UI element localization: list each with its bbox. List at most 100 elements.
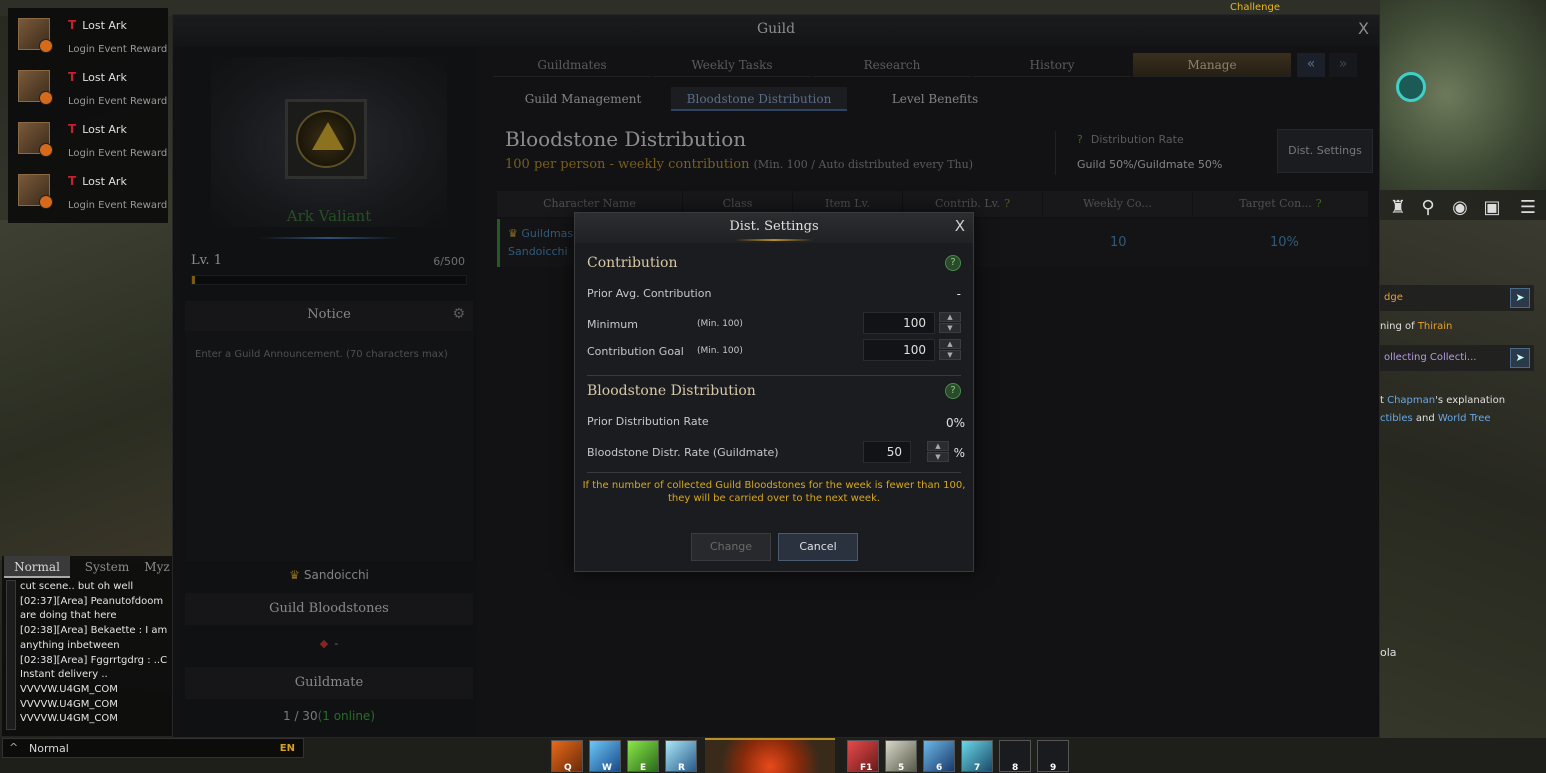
help-icon[interactable]: ?	[945, 255, 961, 271]
chat-tab-custom[interactable]: Myz	[142, 556, 172, 578]
event-title: T Lost Ark	[68, 70, 127, 84]
chevron-up-icon[interactable]: ^	[9, 741, 18, 754]
chevron-up-icon[interactable]: ▲	[939, 339, 961, 349]
skill-slot-q[interactable]: Q	[551, 740, 583, 773]
chat-window: Normal System Myz cut scene.. but oh wel…	[2, 556, 172, 736]
quest-navigate-icon[interactable]: ➤	[1510, 348, 1530, 368]
distr-rate-stepper[interactable]: ▲ ▼	[927, 441, 949, 463]
help-icon[interactable]: ?	[945, 383, 961, 399]
divider	[587, 375, 961, 376]
minimap[interactable]	[1380, 0, 1546, 190]
skill-slot-e[interactable]: E	[627, 740, 659, 773]
minimum-stepper[interactable]: ▲ ▼	[939, 312, 961, 334]
search-party-icon[interactable]: ⚲	[1416, 196, 1440, 220]
event-reward-list: T Lost Ark Login Event Reward T Lost Ark L…	[8, 8, 168, 223]
item-slot-6[interactable]: 6	[923, 740, 955, 773]
item-slot-9[interactable]: 9	[1037, 740, 1069, 773]
chat-tabs: Normal System Myz	[2, 556, 172, 578]
event-title: T Lost Ark	[68, 122, 127, 136]
mount-slot[interactable]: 5	[885, 740, 917, 773]
prior-avg-label: Prior Avg. Contribution	[587, 287, 712, 300]
event-subtitle: Login Event Reward	[68, 44, 168, 55]
dialog-header[interactable]: Dist. Settings X	[575, 213, 973, 243]
chat-line: cut scene.. but oh well	[20, 581, 134, 592]
challenge-label[interactable]: Challenge	[1230, 2, 1280, 13]
event-subtitle: Login Event Reward	[68, 96, 168, 107]
distr-rate-label: Bloodstone Distr. Rate (Guildmate)	[587, 446, 779, 459]
chat-input[interactable]: ^ Normal EN	[2, 738, 304, 758]
chest-icon	[18, 174, 53, 209]
chat-scrollbar[interactable]	[6, 580, 16, 730]
percent-unit: %	[953, 446, 965, 460]
item-slot-f1[interactable]: F1	[847, 740, 879, 773]
quest-tracker: dge ➤ ning of Thirain ollecting Collecti…	[1380, 285, 1534, 445]
quest-objective: t Chapman's explanation	[1380, 395, 1506, 406]
item-slot-8[interactable]: 8	[999, 740, 1031, 773]
chevron-down-icon[interactable]: ▼	[939, 350, 961, 360]
ornament	[735, 239, 813, 241]
player-location-icon	[1396, 72, 1426, 102]
event-reward-item[interactable]: T Lost Ark Login Event Reward	[8, 114, 168, 166]
minimum-input[interactable]: 100	[863, 312, 935, 334]
change-button[interactable]: Change	[691, 533, 771, 561]
event-reward-item[interactable]: T Lost Ark Login Event Reward	[8, 166, 168, 218]
lost-ark-logo-icon: T	[68, 18, 77, 32]
skill-slot-w[interactable]: W	[589, 740, 621, 773]
event-reward-item[interactable]: T Lost Ark Login Event Reward	[8, 10, 168, 62]
close-icon[interactable]: X	[955, 217, 965, 235]
chat-line: [02:37][Area] Peanutofdoom	[20, 595, 164, 607]
quest-navigate-icon[interactable]: ➤	[1510, 288, 1530, 308]
coin-badge-icon	[39, 39, 53, 53]
item-slot-7[interactable]: 7	[961, 740, 993, 773]
lost-ark-logo-icon: T	[68, 70, 77, 84]
dialog-title: Dist. Settings	[729, 219, 819, 234]
coin-badge-icon	[39, 91, 53, 105]
health-orb	[705, 738, 835, 773]
goal-input[interactable]: 100	[863, 339, 935, 361]
coin-badge-icon	[39, 143, 53, 157]
event-subtitle: Login Event Reward	[68, 148, 168, 159]
cancel-button[interactable]: Cancel	[778, 533, 858, 561]
goal-stepper[interactable]: ▲ ▼	[939, 339, 961, 361]
distr-rate-input[interactable]: 50	[863, 441, 911, 463]
chat-log: cut scene.. but oh well [02:37][Area] Pe…	[20, 580, 172, 727]
goal-label: Contribution Goal	[587, 345, 684, 358]
lost-ark-logo-icon: T	[68, 174, 77, 188]
chat-line: [02:38][Area] Bekaette : I am	[20, 625, 168, 637]
guild-icon[interactable]: ♜	[1386, 196, 1410, 220]
carryover-warning: If the number of collected Guild Bloodst…	[582, 480, 966, 504]
event-title: T Lost Ark	[68, 174, 127, 188]
bloodstone-section-title: Bloodstone Distribution	[587, 383, 756, 399]
coin-badge-icon	[39, 195, 53, 209]
chest-icon	[18, 70, 53, 105]
dist-settings-dialog: Dist. Settings X Contribution ? Prior Av…	[574, 212, 974, 572]
chevron-up-icon[interactable]: ▲	[939, 312, 961, 322]
chat-mode[interactable]: Normal	[29, 742, 69, 755]
chat-tab-system[interactable]: System	[74, 556, 140, 578]
chat-line: are doing that here	[20, 610, 117, 622]
chevron-up-icon[interactable]: ▲	[927, 441, 949, 451]
quest-item[interactable]: ollecting Collecti... ➤	[1380, 345, 1534, 371]
quest-objective: ning of Thirain	[1380, 321, 1453, 332]
chat-line: Instant delivery ..	[20, 669, 108, 681]
chest-icon[interactable]: ▣	[1480, 196, 1504, 220]
chat-tab-normal[interactable]: Normal	[4, 556, 70, 578]
chest-icon	[18, 18, 53, 53]
prior-rate-value: 0%	[945, 416, 965, 430]
prior-rate-label: Prior Distribution Rate	[587, 415, 709, 428]
quest-objective: ctibles and World Tree	[1380, 413, 1491, 424]
chevron-down-icon[interactable]: ▼	[939, 323, 961, 333]
event-reward-item[interactable]: T Lost Ark Login Event Reward	[8, 62, 168, 114]
chevron-down-icon[interactable]: ▼	[927, 452, 949, 462]
chest-icon	[18, 122, 53, 157]
menu-icon[interactable]: ☰	[1516, 196, 1540, 220]
skill-hotbar: Q W E R F1 5 6 7 8 9	[495, 738, 1075, 773]
goal-note: (Min. 100)	[697, 346, 743, 356]
skill-slot-r[interactable]: R	[665, 740, 697, 773]
quest-item[interactable]: dge ➤	[1380, 285, 1534, 311]
world-background-left	[0, 220, 175, 560]
world-label: ola	[1380, 646, 1397, 659]
camera-icon[interactable]: ◉	[1448, 196, 1472, 220]
contribution-section-title: Contribution	[587, 255, 678, 271]
event-subtitle: Login Event Reward	[68, 200, 168, 211]
